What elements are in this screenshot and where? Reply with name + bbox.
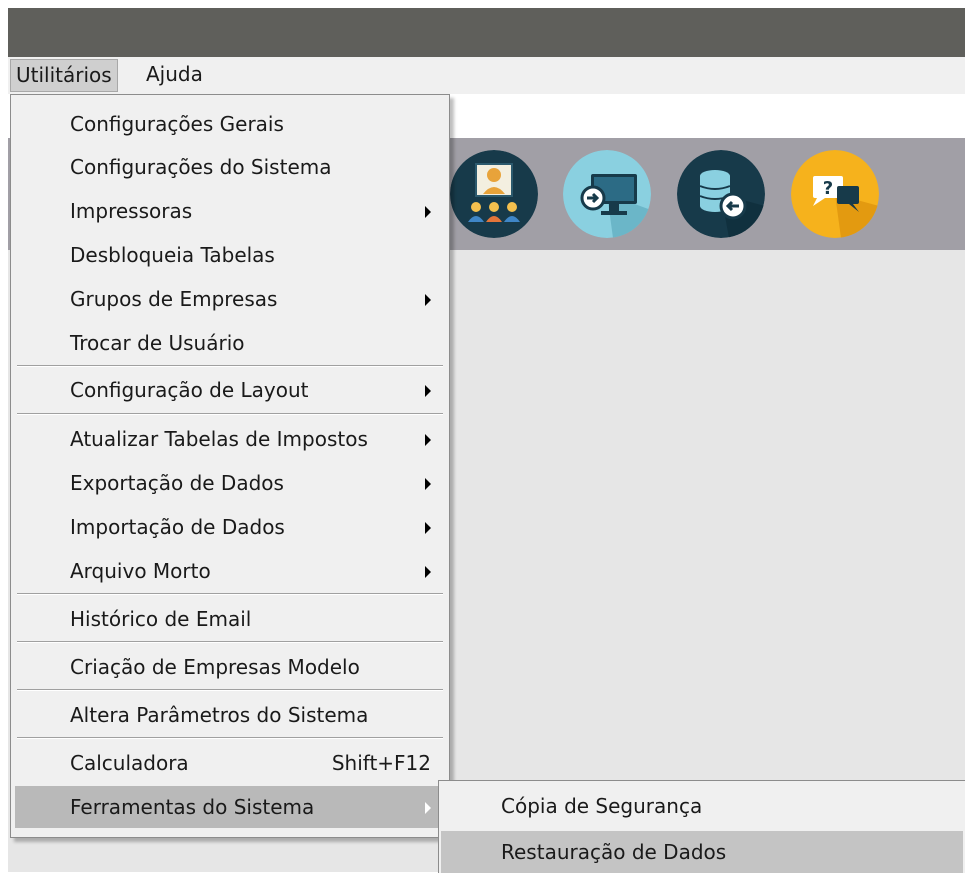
menu-bar: Utilitários Ajuda	[8, 57, 965, 94]
menu-item-criacao-empresas-modelo[interactable]: Criação de Empresas Modelo	[15, 646, 445, 688]
menu-item-restauracao-dados[interactable]: Restauração de Dados	[441, 831, 963, 873]
menu-item-label: Configurações do Sistema	[70, 155, 332, 179]
menu-item-grupos-empresas[interactable]: Grupos de Empresas	[15, 278, 445, 320]
menu-utilitarios[interactable]: Utilitários	[10, 59, 118, 92]
menu-item-label: Calculadora	[70, 751, 189, 775]
meeting-icon[interactable]	[450, 150, 538, 238]
submenu-arrow-icon	[425, 434, 431, 446]
menu-item-trocar-usuario[interactable]: Trocar de Usuário	[15, 322, 445, 364]
title-bar	[8, 8, 965, 57]
menu-separator	[17, 413, 443, 415]
menu-separator	[17, 593, 443, 595]
menu-item-label: Altera Parâmetros do Sistema	[70, 703, 369, 727]
menu-item-copia-seguranca[interactable]: Cópia de Segurança	[441, 785, 963, 827]
menu-item-ferramentas-sistema[interactable]: Ferramentas do Sistema	[15, 786, 445, 828]
menu-item-label: Ferramentas do Sistema	[70, 795, 315, 819]
menu-item-desbloqueia-tabelas[interactable]: Desbloqueia Tabelas	[15, 234, 445, 276]
menu-item-label: Arquivo Morto	[70, 559, 211, 583]
submenu-arrow-icon	[425, 802, 431, 814]
menu-item-label: Grupos de Empresas	[70, 287, 278, 311]
menu-item-configuracoes-gerais[interactable]: Configurações Gerais	[15, 103, 445, 145]
menu-item-historico-email[interactable]: Histórico de Email	[15, 598, 445, 640]
menu-item-atualizar-tabelas-impostos[interactable]: Atualizar Tabelas de Impostos	[15, 418, 445, 460]
menu-item-label: Configurações Gerais	[70, 112, 284, 136]
submenu-arrow-icon	[425, 566, 431, 578]
ferramentas-submenu: Cópia de Segurança Restauração de Dados	[438, 780, 965, 873]
menu-ajuda[interactable]: Ajuda	[141, 59, 208, 90]
menu-item-label: Importação de Dados	[70, 515, 285, 539]
menu-item-label: Exportação de Dados	[70, 471, 284, 495]
menu-separator	[17, 641, 443, 643]
utilitarios-menu: Configurações Gerais Configurações do Si…	[10, 94, 450, 838]
menu-item-label: Trocar de Usuário	[70, 331, 245, 355]
submenu-arrow-icon	[425, 385, 431, 397]
menu-item-impressoras[interactable]: Impressoras	[15, 190, 445, 232]
menu-item-label: Cópia de Segurança	[501, 794, 703, 818]
menu-item-label: Histórico de Email	[70, 607, 252, 631]
menu-item-label: Desbloqueia Tabelas	[70, 243, 275, 267]
menu-item-configuracoes-sistema[interactable]: Configurações do Sistema	[15, 146, 445, 188]
menu-item-exportacao-dados[interactable]: Exportação de Dados	[15, 462, 445, 504]
submenu-arrow-icon	[425, 478, 431, 490]
remote-access-icon[interactable]	[563, 150, 651, 238]
menu-item-arquivo-morto[interactable]: Arquivo Morto	[15, 550, 445, 592]
submenu-arrow-icon	[425, 206, 431, 218]
submenu-arrow-icon	[425, 522, 431, 534]
svg-text:?: ?	[823, 178, 833, 199]
menu-item-altera-parametros[interactable]: Altera Parâmetros do Sistema	[15, 694, 445, 736]
shortcut-label: Shift+F12	[331, 751, 431, 775]
menu-item-label: Configuração de Layout	[70, 378, 309, 402]
menu-item-label: Restauração de Dados	[501, 840, 727, 864]
submenu-arrow-icon	[425, 294, 431, 306]
menu-item-label: Atualizar Tabelas de Impostos	[70, 427, 368, 451]
menu-item-calculadora[interactable]: Calculadora Shift+F12	[15, 742, 445, 784]
menu-separator	[17, 689, 443, 691]
menu-item-importacao-dados[interactable]: Importação de Dados	[15, 506, 445, 548]
menu-separator	[17, 737, 443, 739]
database-restore-icon[interactable]	[677, 150, 765, 238]
menu-item-label: Impressoras	[70, 199, 193, 223]
menu-item-label: Criação de Empresas Modelo	[70, 655, 360, 679]
help-chat-icon[interactable]: ?	[791, 150, 879, 238]
menu-item-configuracao-layout[interactable]: Configuração de Layout	[15, 369, 445, 411]
menu-separator	[17, 365, 443, 367]
